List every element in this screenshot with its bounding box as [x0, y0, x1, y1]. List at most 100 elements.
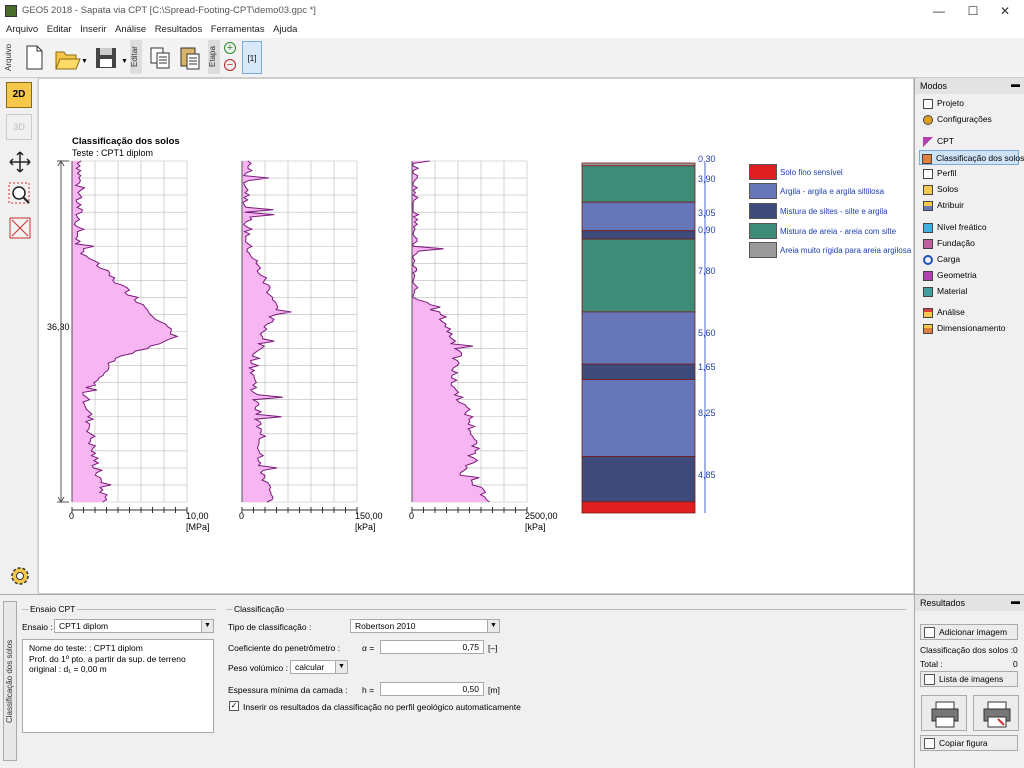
load-icon	[923, 255, 933, 265]
tipo-label: Tipo de classificação :	[228, 622, 312, 632]
coef-input[interactable]: 0,75	[380, 640, 484, 654]
legend-label: Argila - argila e argila siltilosa	[780, 187, 885, 196]
analysis-icon	[923, 308, 933, 318]
menu-inserir[interactable]: Inserir	[80, 24, 106, 35]
legend-swatch	[749, 223, 777, 239]
legend-swatch	[749, 164, 777, 180]
menu-resultados[interactable]: Resultados	[155, 24, 203, 35]
side-tab[interactable]: Classificação dos solos	[3, 601, 17, 761]
mode-projeto[interactable]: Projeto	[921, 96, 964, 111]
settings-gear-icon[interactable]	[6, 562, 32, 588]
copy-figure-icon	[924, 738, 935, 749]
close-button[interactable]: ✕	[990, 2, 1020, 20]
legend-label: Areia muito rígida para areia argilosa	[780, 246, 912, 255]
open-folder-icon[interactable]: ▼	[52, 42, 88, 72]
remove-stage-icon[interactable]: −	[224, 59, 236, 71]
add-stage-icon[interactable]: +	[224, 42, 236, 54]
menu-arquivo[interactable]: Arquivo	[6, 24, 38, 35]
test-info-box: Nome do teste: : CPT1 diplom Prof. do 1º…	[22, 639, 214, 733]
info-line: original : d₁ = 0,00 m	[29, 664, 107, 674]
new-file-icon[interactable]	[20, 42, 46, 72]
cpt-profile-panel	[411, 160, 528, 513]
mode-dimensionamento[interactable]: Dimensionamento	[921, 321, 1006, 336]
legend-swatch	[749, 242, 777, 258]
cpt-chart-svg	[57, 160, 706, 514]
menu-editar[interactable]: Editar	[47, 24, 72, 35]
mode-analise[interactable]: Análise	[921, 305, 965, 320]
panel1-max: 10,00	[186, 511, 209, 521]
mode-geometria[interactable]: Geometria	[921, 268, 977, 283]
modes-panel: Modos ▬ Projeto Configurações CPT Classif…	[914, 78, 1024, 594]
project-icon	[923, 99, 933, 109]
peso-select[interactable]: calcular ▼	[290, 660, 348, 674]
panel2-max: 150,00	[355, 511, 383, 521]
add-image-icon	[924, 627, 935, 638]
water-table-icon	[923, 223, 933, 233]
mode-material[interactable]: Material	[921, 284, 967, 299]
move-icon[interactable]	[6, 148, 32, 174]
mode-carga[interactable]: Carga	[921, 252, 960, 267]
view-3d-button[interactable]: 3D	[6, 114, 32, 140]
drawing-canvas[interactable]: Classificação dos solos Teste : CPT1 dip…	[38, 78, 914, 594]
mode-classificacao-dos-solos[interactable]: Classificação dos solos	[919, 150, 1024, 165]
image-list-button[interactable]: Lista de imagens	[920, 671, 1018, 687]
copy-data-icon[interactable]	[146, 42, 172, 72]
coef-unit: [–]	[488, 643, 498, 653]
stage-1-tab[interactable]: [1]	[242, 41, 262, 74]
view-2d-button[interactable]: 2D	[6, 82, 32, 108]
mode-solos[interactable]: Solos	[921, 182, 958, 197]
soil-layer	[581, 162, 696, 167]
soil-layer	[581, 456, 696, 503]
ensaio-select[interactable]: CPT1 diplom ▼	[54, 619, 214, 633]
mode-atribuir[interactable]: Atribuir	[921, 198, 964, 213]
zoom-icon[interactable]	[6, 180, 32, 206]
mode-perfil[interactable]: Perfil	[921, 166, 956, 181]
menu-ferramentas[interactable]: Ferramentas	[211, 24, 265, 35]
classification-icon	[922, 154, 932, 164]
modes-panel-title: Modos ▬	[915, 78, 1024, 94]
soil-layer	[581, 501, 696, 514]
thickness-label: 0,30	[698, 154, 716, 164]
paste-data-icon[interactable]	[176, 42, 202, 72]
espessura-input[interactable]: 0,50	[380, 682, 484, 696]
auto-insert-checkbox[interactable]: ✓	[229, 701, 239, 711]
print-button[interactable]	[921, 695, 967, 731]
minimize-button[interactable]: —	[924, 2, 954, 20]
toolbar: Arquivo ▼ ▼ Editar Etapa + − [1]	[0, 38, 1024, 78]
auto-insert-label: Inserir os resultados da classificação n…	[243, 702, 521, 712]
mode-configuracoes[interactable]: Configurações	[921, 112, 992, 127]
legend-label: Solo fino sensível	[780, 168, 843, 177]
save-icon[interactable]: ▼	[92, 42, 128, 72]
panel1-min: 0	[69, 511, 75, 521]
add-image-button[interactable]: Adicionar imagem	[920, 624, 1018, 640]
printer-icon	[931, 701, 959, 728]
panel2-unit: [kPa]	[355, 522, 376, 532]
mode-fundacao[interactable]: Fundação	[921, 236, 975, 251]
group-divider	[226, 609, 906, 610]
mode-cpt[interactable]: CPT	[921, 134, 954, 149]
copy-figure-button[interactable]: Copiar figura	[920, 735, 1018, 751]
maximize-button[interactable]: ☐	[958, 2, 988, 20]
geometry-icon	[923, 271, 933, 281]
soil-layer	[581, 238, 696, 313]
info-line: Prof. do 1º pto. a partir da sup. de ter…	[29, 653, 186, 664]
results-panel: Resultados ▬ Adicionar imagem Classificaç…	[914, 594, 1024, 768]
print-preview-button[interactable]	[973, 695, 1019, 731]
zoom-extents-icon[interactable]	[6, 214, 32, 240]
results-title: Resultados ▬	[915, 595, 1024, 611]
mode-nivel-freatico[interactable]: Nível freático	[921, 220, 987, 235]
thickness-label: 4,85	[698, 470, 716, 480]
tipo-select[interactable]: Robertson 2010 ▼	[350, 619, 500, 633]
window-title: GEO5 2018 - Sapata via CPT [C:\Spread-Fo…	[22, 5, 316, 16]
menu-analise[interactable]: Análise	[115, 24, 146, 35]
assign-icon	[923, 201, 933, 211]
menu-ajuda[interactable]: Ajuda	[273, 24, 297, 35]
soil-layer	[581, 363, 696, 380]
legend-label: Mistura de areia - areia com silte	[780, 227, 897, 236]
thickness-label: 0,90	[698, 225, 716, 235]
soils-icon	[923, 185, 933, 195]
soil-layer	[581, 379, 696, 457]
left-toolbar: 2D 3D	[0, 78, 38, 594]
menu-bar: Arquivo Editar Inserir Análise Resultado…	[0, 22, 1024, 38]
cpt-profile-panel	[71, 160, 188, 513]
